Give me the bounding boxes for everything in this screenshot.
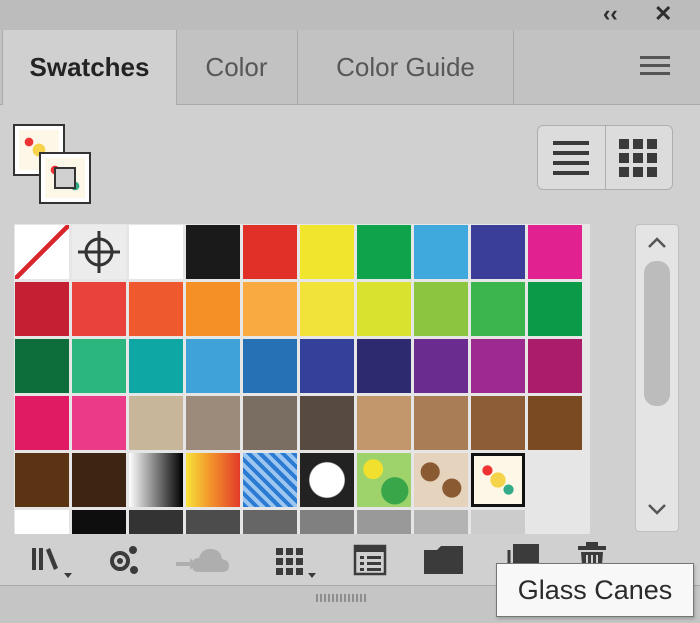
tab-label: Color Guide — [336, 51, 475, 82]
tab-swatches[interactable]: Swatches — [2, 30, 177, 105]
swatch[interactable] — [72, 510, 126, 534]
swatch[interactable] — [414, 339, 468, 393]
swatch[interactable] — [357, 396, 411, 450]
swatch[interactable] — [300, 453, 354, 507]
tab-color-guide[interactable]: Color Guide — [298, 30, 514, 104]
swatch[interactable] — [528, 396, 582, 450]
tab-label: Color — [205, 51, 268, 82]
swatch[interactable] — [300, 339, 354, 393]
swatch[interactable] — [243, 510, 297, 534]
swatch[interactable] — [414, 510, 468, 534]
swatch[interactable] — [243, 396, 297, 450]
swatch[interactable] — [528, 510, 582, 534]
swatch[interactable] — [414, 396, 468, 450]
swatch[interactable] — [129, 225, 183, 279]
swatch[interactable] — [528, 282, 582, 336]
thumbnail-view-icon[interactable] — [605, 126, 672, 189]
scroll-down-icon[interactable] — [647, 499, 667, 519]
swatch-scrollbar[interactable] — [635, 224, 679, 532]
swatch[interactable] — [471, 396, 525, 450]
swatch[interactable] — [129, 339, 183, 393]
swatch[interactable] — [15, 339, 69, 393]
swatch[interactable] — [243, 282, 297, 336]
swatch[interactable] — [186, 225, 240, 279]
swatch-options-icon[interactable] — [350, 540, 390, 580]
swatch[interactable] — [300, 225, 354, 279]
swatch[interactable] — [528, 339, 582, 393]
swatch[interactable] — [414, 225, 468, 279]
swatch[interactable] — [15, 510, 69, 534]
collapse-panel-button[interactable]: ‹‹ — [603, 2, 618, 26]
swatch[interactable] — [357, 282, 411, 336]
swatch[interactable] — [72, 339, 126, 393]
swatch[interactable] — [471, 339, 525, 393]
swatch[interactable] — [243, 225, 297, 279]
view-toggle — [537, 125, 673, 190]
stroke-swatch[interactable] — [39, 152, 91, 204]
swatch[interactable] — [357, 339, 411, 393]
swatch[interactable] — [186, 453, 240, 507]
tooltip: Glass Canes — [496, 563, 694, 617]
swatch-none[interactable] — [15, 225, 69, 279]
swatch-glass-canes[interactable] — [471, 453, 525, 507]
swatch[interactable] — [357, 510, 411, 534]
swatch[interactable] — [300, 282, 354, 336]
swatches-panel: ‹‹ ✕ Swatches Color Color Guide Glass Ca… — [0, 0, 700, 623]
swatch[interactable] — [72, 282, 126, 336]
swatch[interactable] — [186, 510, 240, 534]
swatch[interactable] — [243, 339, 297, 393]
swatch-registration[interactable] — [72, 225, 126, 279]
swatch[interactable] — [414, 282, 468, 336]
swatch[interactable] — [414, 453, 468, 507]
resize-grip[interactable] — [316, 594, 368, 602]
swatch[interactable] — [129, 453, 183, 507]
swatch[interactable] — [129, 396, 183, 450]
panel-tabs: Swatches Color Color Guide — [0, 30, 700, 105]
swatch[interactable] — [129, 282, 183, 336]
swatch[interactable] — [300, 396, 354, 450]
swatch[interactable] — [471, 225, 525, 279]
fill-stroke-indicator[interactable] — [13, 124, 91, 214]
swatch-libraries-icon[interactable] — [28, 540, 76, 580]
swatch[interactable] — [15, 282, 69, 336]
scroll-up-icon[interactable] — [647, 233, 667, 253]
show-swatch-kinds-icon[interactable] — [272, 540, 324, 580]
swatch[interactable] — [243, 453, 297, 507]
new-color-group-icon[interactable] — [421, 540, 467, 580]
swatch[interactable] — [471, 282, 525, 336]
list-view-icon[interactable] — [538, 126, 604, 189]
swatch[interactable] — [300, 510, 354, 534]
scrollbar-thumb[interactable] — [644, 261, 670, 406]
cloud-library-icon[interactable] — [172, 540, 232, 580]
swatch[interactable] — [72, 396, 126, 450]
swatch[interactable] — [357, 225, 411, 279]
swatch[interactable] — [15, 453, 69, 507]
swatch[interactable] — [186, 396, 240, 450]
panel-title-bar: ‹‹ ✕ — [0, 0, 700, 31]
swatch[interactable] — [15, 396, 69, 450]
tab-label: Swatches — [29, 52, 150, 82]
link-swatch-icon[interactable] — [103, 540, 143, 580]
swatch[interactable] — [72, 453, 126, 507]
swatch-grid — [14, 224, 590, 534]
swatch[interactable] — [186, 339, 240, 393]
tab-color[interactable]: Color — [176, 30, 298, 104]
panel-menu-icon[interactable] — [640, 56, 670, 78]
tooltip-text: Glass Canes — [517, 574, 673, 605]
swatch[interactable] — [357, 453, 411, 507]
swatch[interactable] — [471, 510, 525, 534]
swatch[interactable] — [186, 282, 240, 336]
close-panel-button[interactable]: ✕ — [654, 2, 672, 26]
swatch[interactable] — [129, 510, 183, 534]
swatch[interactable] — [528, 225, 582, 279]
